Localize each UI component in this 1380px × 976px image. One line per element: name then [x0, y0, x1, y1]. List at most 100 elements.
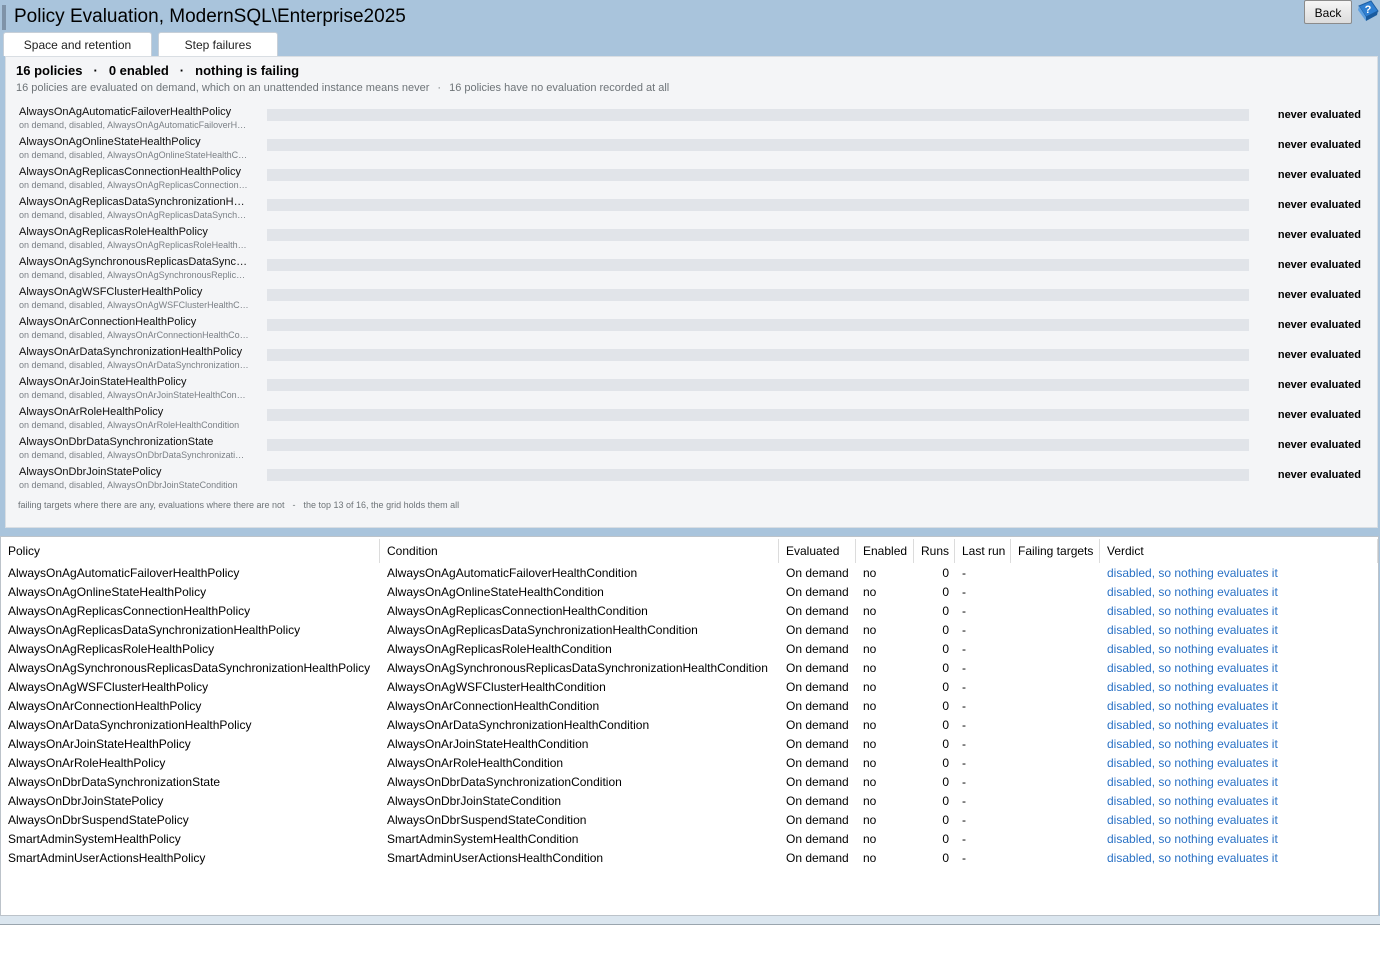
policy-bar-meta: on demand, disabled, AlwaysOnArDataSynch… — [19, 360, 249, 370]
cell-verdict[interactable]: disabled, so nothing evaluates it — [1107, 659, 1278, 678]
column-header-condition[interactable]: Condition — [380, 539, 779, 563]
policy-bar-status: never evaluated — [1277, 469, 1361, 481]
policy-bar-name: AlwaysOnArDataSynchronizationHealthPolic… — [19, 346, 243, 358]
column-header-last-run[interactable]: Last run — [955, 539, 1011, 563]
subtext-evaluation-mode: 16 policies are evaluated on demand, whi… — [16, 82, 430, 94]
policy-bar-row[interactable]: AlwaysOnDbrJoinStatePolicy on demand, dis… — [11, 464, 1373, 493]
policy-bar-row[interactable]: AlwaysOnArDataSynchronizationHealthPolic… — [11, 344, 1373, 373]
cell-last-run: - — [962, 794, 966, 808]
cell-verdict[interactable]: disabled, so nothing evaluates it — [1107, 716, 1278, 735]
cell-last-run: - — [962, 737, 966, 751]
policy-bar-row[interactable]: AlwaysOnAgWSFClusterHealthPolicy on deman… — [11, 284, 1373, 313]
cell-runs: 0 — [942, 718, 949, 732]
cell-enabled: no — [863, 680, 877, 694]
policy-bar-row[interactable]: AlwaysOnAgReplicasConnectionHealthPolicy… — [11, 164, 1373, 193]
column-header-evaluated[interactable]: Evaluated — [779, 539, 856, 563]
enabled-count: 0 enabled — [108, 63, 169, 78]
cell-enabled: no — [863, 585, 877, 599]
policy-bar-row[interactable]: AlwaysOnAgAutomaticFailoverHealthPolicy o… — [11, 104, 1373, 133]
cell-verdict[interactable]: disabled, so nothing evaluates it — [1107, 811, 1278, 830]
cell-verdict[interactable]: disabled, so nothing evaluates it — [1107, 830, 1278, 849]
policy-bar-meta: on demand, disabled, AlwaysOnArJoinState… — [19, 390, 249, 400]
policy-bar-row[interactable]: AlwaysOnArRoleHealthPolicy on demand, dis… — [11, 404, 1373, 433]
policy-evaluation-bar — [267, 439, 1249, 451]
cell-verdict[interactable]: disabled, so nothing evaluates it — [1107, 583, 1278, 602]
footnote-right: the top 13 of 16, the grid holds them al… — [303, 500, 460, 510]
cell-verdict[interactable]: disabled, so nothing evaluates it — [1107, 678, 1278, 697]
cell-verdict[interactable]: disabled, so nothing evaluates it — [1107, 621, 1278, 640]
policy-bar-meta: on demand, disabled, AlwaysOnArConnectio… — [19, 330, 249, 340]
cell-verdict[interactable]: disabled, so nothing evaluates it — [1107, 754, 1278, 773]
table-row[interactable]: AlwaysOnArRoleHealthPolicy AlwaysOnArRole… — [1, 754, 1378, 773]
cell-verdict[interactable]: disabled, so nothing evaluates it — [1107, 735, 1278, 754]
policy-bar-row[interactable]: AlwaysOnAgSynchronousReplicasDataSynchr o… — [11, 254, 1373, 283]
cell-enabled: no — [863, 794, 877, 808]
table-row[interactable]: AlwaysOnAgReplicasConnectionHealthPolicy… — [1, 602, 1378, 621]
table-row[interactable]: AlwaysOnDbrDataSynchronizationState Alway… — [1, 773, 1378, 792]
policy-bar-row[interactable]: AlwaysOnAgOnlineStateHealthPolicy on dema… — [11, 134, 1373, 163]
back-button[interactable]: Back — [1304, 0, 1352, 24]
cell-runs: 0 — [942, 832, 949, 846]
policy-grid[interactable]: Policy Condition Evaluated Enabled Runs Last … — [0, 536, 1379, 916]
policy-bar-row[interactable]: AlwaysOnDbrDataSynchronizationState on de… — [11, 434, 1373, 463]
cell-verdict[interactable]: disabled, so nothing evaluates it — [1107, 697, 1278, 716]
cell-enabled: no — [863, 775, 877, 789]
policy-bar-row[interactable]: AlwaysOnArJoinStateHealthPolicy on demand… — [11, 374, 1373, 403]
table-row[interactable]: AlwaysOnAgReplicasDataSynchronizationHea… — [1, 621, 1378, 640]
svg-text:?: ? — [1365, 4, 1372, 16]
table-row[interactable]: AlwaysOnAgSynchronousReplicasDataSynchro… — [1, 659, 1378, 678]
table-row[interactable]: AlwaysOnArConnectionHealthPolicy AlwaysOn… — [1, 697, 1378, 716]
policy-bar-status: never evaluated — [1277, 379, 1361, 391]
cell-condition: AlwaysOnDbrDataSynchronizationCondition — [387, 775, 622, 789]
cell-policy: SmartAdminUserActionsHealthPolicy — [8, 851, 206, 865]
policy-bar-status: never evaluated — [1277, 259, 1361, 271]
cell-runs: 0 — [942, 699, 949, 713]
policy-bar-row[interactable]: AlwaysOnAgReplicasDataSynchronizationHea… — [11, 194, 1373, 223]
tab-space-and-retention[interactable]: Space and retention — [3, 32, 152, 56]
cell-condition: AlwaysOnAgOnlineStateHealthCondition — [387, 585, 604, 599]
cell-runs: 0 — [942, 642, 949, 656]
table-row[interactable]: SmartAdminUserActionsHealthPolicy SmartAd… — [1, 849, 1378, 868]
table-row[interactable]: AlwaysOnDbrSuspendStatePolicy AlwaysOnDbr… — [1, 811, 1378, 830]
cell-evaluated: On demand — [786, 642, 849, 656]
cell-evaluated: On demand — [786, 832, 849, 846]
help-question-icon[interactable]: ? — [1355, 0, 1379, 26]
policy-bar-meta: on demand, disabled, AlwaysOnDbrDataSync… — [19, 450, 249, 460]
table-row[interactable]: AlwaysOnAgWSFClusterHealthPolicy AlwaysOn… — [1, 678, 1378, 697]
policy-evaluation-bar — [267, 139, 1249, 151]
cell-evaluated: On demand — [786, 813, 849, 827]
cell-evaluated: On demand — [786, 756, 849, 770]
cell-verdict[interactable]: disabled, so nothing evaluates it — [1107, 792, 1278, 811]
cell-runs: 0 — [942, 680, 949, 694]
cell-verdict[interactable]: disabled, so nothing evaluates it — [1107, 602, 1278, 621]
cell-verdict[interactable]: disabled, so nothing evaluates it — [1107, 640, 1278, 659]
cell-policy: AlwaysOnAgReplicasRoleHealthPolicy — [8, 642, 215, 656]
cell-verdict[interactable]: disabled, so nothing evaluates it — [1107, 773, 1278, 792]
policy-evaluation-bar — [267, 379, 1249, 391]
policy-evaluation-bar — [267, 409, 1249, 421]
policy-bar-row[interactable]: AlwaysOnArConnectionHealthPolicy on deman… — [11, 314, 1373, 343]
cell-last-run: - — [962, 642, 966, 656]
policy-bar-row[interactable]: AlwaysOnAgReplicasRoleHealthPolicy on dem… — [11, 224, 1373, 253]
cell-verdict[interactable]: disabled, so nothing evaluates it — [1107, 849, 1278, 868]
table-row[interactable]: AlwaysOnAgAutomaticFailoverHealthPolicy A… — [1, 564, 1378, 583]
table-row[interactable]: AlwaysOnArJoinStateHealthPolicy AlwaysOnA… — [1, 735, 1378, 754]
policy-bar-name: AlwaysOnAgOnlineStateHealthPolicy — [19, 136, 201, 148]
table-row[interactable]: AlwaysOnAgReplicasRoleHealthPolicy Always… — [1, 640, 1378, 659]
column-header-runs[interactable]: Runs — [914, 539, 955, 563]
policy-bar-meta: on demand, disabled, AlwaysOnAgReplicasD… — [19, 210, 249, 220]
column-header-failing-targets[interactable]: Failing targets — [1011, 539, 1100, 563]
column-header-policy[interactable]: Policy — [1, 539, 380, 563]
cell-last-run: - — [962, 718, 966, 732]
table-row[interactable]: SmartAdminSystemHealthPolicy SmartAdminSy… — [1, 830, 1378, 849]
table-row[interactable]: AlwaysOnArDataSynchronizationHealthPolic… — [1, 716, 1378, 735]
column-header-verdict[interactable]: Verdict — [1100, 539, 1378, 563]
column-header-enabled[interactable]: Enabled — [856, 539, 914, 563]
tab-step-failures[interactable]: Step failures — [158, 32, 278, 56]
table-row[interactable]: AlwaysOnDbrJoinStatePolicy AlwaysOnDbrJoi… — [1, 792, 1378, 811]
cell-evaluated: On demand — [786, 737, 849, 751]
cell-verdict[interactable]: disabled, so nothing evaluates it — [1107, 564, 1278, 583]
table-row[interactable]: AlwaysOnAgOnlineStateHealthPolicy AlwaysO… — [1, 583, 1378, 602]
cell-condition: AlwaysOnAgAutomaticFailoverHealthConditi… — [387, 566, 638, 580]
failing-status: nothing is failing — [195, 63, 300, 78]
